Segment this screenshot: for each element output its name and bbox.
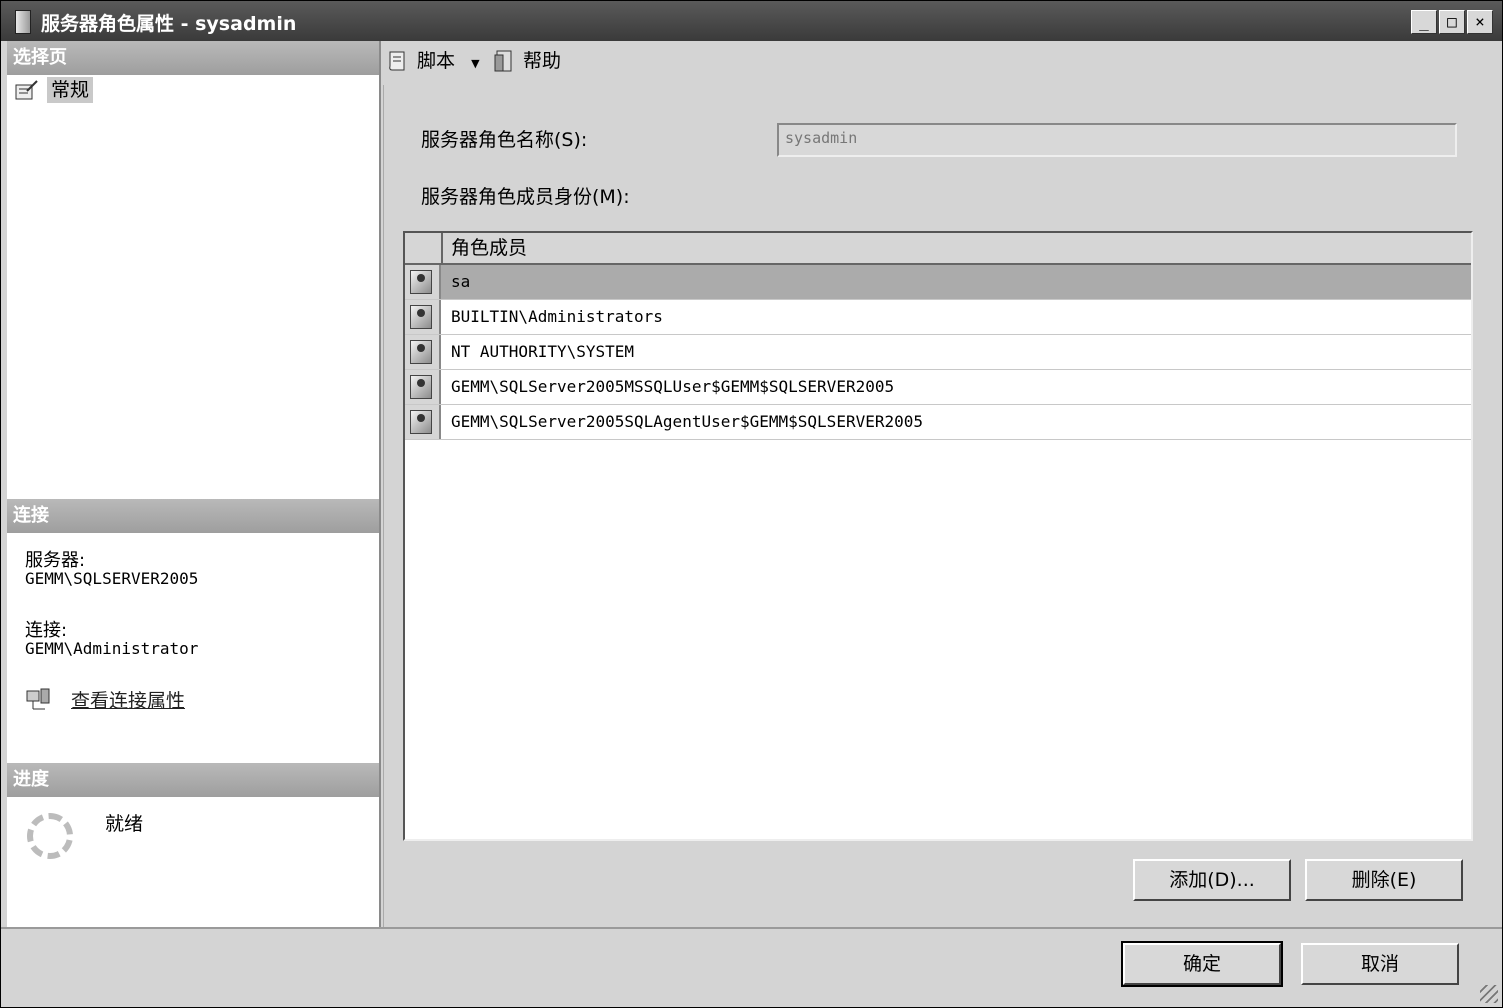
properties-page-icon — [15, 80, 38, 100]
table-row[interactable]: sa — [405, 265, 1471, 300]
progress-status: 就绪 — [105, 813, 144, 835]
grid-corner — [405, 233, 443, 263]
row-header — [405, 335, 441, 369]
member-name: BUILTIN\Administrators — [451, 307, 663, 326]
row-header — [405, 405, 441, 439]
script-button[interactable]: 脚本 ▼ — [387, 47, 480, 75]
column-header-role-members[interactable]: 角色成员 — [451, 233, 527, 263]
view-connection-properties-link[interactable]: 查看连接属性 — [71, 686, 185, 713]
table-row[interactable]: GEMM\SQLServer2005MSSQLUser$GEMM$SQLSERV… — [405, 370, 1471, 405]
membership-label: 服务器角色成员身份(M): — [421, 186, 630, 208]
help-label: 帮助 — [523, 50, 562, 72]
row-header — [405, 370, 441, 404]
user-icon — [410, 270, 432, 294]
maximize-button[interactable]: □ — [1439, 10, 1465, 34]
chevron-down-icon[interactable]: ▼ — [471, 57, 479, 70]
role-name-label: 服务器角色名称(S): — [421, 129, 588, 151]
member-name: GEMM\SQLServer2005SQLAgentUser$GEMM$SQLS… — [451, 412, 924, 431]
left-panel: 选择页 常规 连接 服务器: GEMM\SQLSERVER2005 连接: GE… — [7, 41, 381, 927]
server-icon — [15, 10, 31, 34]
script-label: 脚本 — [417, 50, 456, 72]
help-button[interactable]: 帮助 — [493, 47, 561, 75]
toolbar: 脚本 ▼ 帮助 — [381, 41, 1502, 81]
connection-value: GEMM\Administrator — [25, 639, 199, 658]
server-value: GEMM\SQLSERVER2005 — [25, 569, 199, 588]
user-icon — [410, 340, 432, 364]
user-icon — [410, 375, 432, 399]
script-icon — [389, 51, 405, 70]
progress-header: 进度 — [7, 763, 379, 797]
minimize-button[interactable]: _ — [1411, 10, 1437, 34]
user-icon — [410, 410, 432, 434]
cancel-button[interactable]: 取消 — [1301, 943, 1459, 985]
table-row[interactable]: NT AUTHORITY\SYSTEM — [405, 335, 1471, 370]
member-name: NT AUTHORITY\SYSTEM — [451, 342, 635, 361]
user-icon — [410, 305, 432, 329]
page-item-label: 常规 — [47, 77, 94, 103]
row-header — [405, 300, 441, 334]
add-member-button[interactable]: 添加(D)... — [1133, 859, 1291, 901]
footer-divider — [1, 927, 1502, 929]
member-name: sa — [451, 272, 471, 291]
table-row[interactable]: BUILTIN\Administrators — [405, 300, 1471, 335]
close-button[interactable]: × — [1467, 10, 1493, 34]
role-members-grid[interactable]: 角色成员 sa BUILTIN\Administrators NT AUTHOR… — [403, 231, 1473, 841]
row-header — [405, 265, 441, 299]
member-name: GEMM\SQLServer2005MSSQLUser$GEMM$SQLSERV… — [451, 377, 895, 396]
remove-member-button[interactable]: 删除(E) — [1305, 859, 1463, 901]
progress-spinner-icon — [27, 813, 73, 859]
role-name-field[interactable]: sysadmin — [777, 123, 1457, 157]
help-icon — [494, 50, 512, 71]
grid-header: 角色成员 — [405, 233, 1471, 265]
table-row[interactable]: GEMM\SQLServer2005SQLAgentUser$GEMM$SQLS… — [405, 405, 1471, 440]
select-page-header: 选择页 — [7, 41, 379, 75]
window-title: 服务器角色属性 - sysadmin — [41, 13, 297, 35]
connection-properties-icon — [26, 688, 50, 710]
title-bar[interactable]: 服务器角色属性 - sysadmin _ □ × — [1, 1, 1502, 41]
server-role-properties-window: 服务器角色属性 - sysadmin _ □ × 选择页 常规 连接 服务器: … — [0, 0, 1503, 1008]
connection-header: 连接 — [7, 499, 379, 533]
resize-grip-icon[interactable] — [1480, 985, 1498, 1003]
ok-button[interactable]: 确定 — [1121, 941, 1283, 987]
